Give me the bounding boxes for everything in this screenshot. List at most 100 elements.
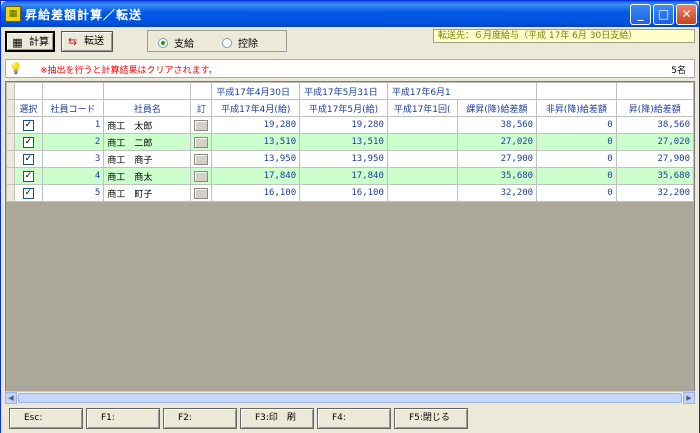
table-row[interactable]: ✓ 1 商工 太郎 19,280 19,280 38,560 0 38,560	[6, 116, 694, 134]
row-selector[interactable]	[6, 150, 15, 168]
scroll-thumb[interactable]	[18, 393, 682, 403]
scroll-right-icon[interactable]: ▶	[683, 392, 695, 404]
taxable-diff: 38,560	[456, 116, 538, 134]
pay-type-group: 支給 控除	[147, 30, 287, 52]
select-cell[interactable]: ✓	[13, 167, 43, 185]
header-spacer	[615, 82, 694, 100]
row-selector[interactable]	[6, 184, 15, 202]
col-header-total[interactable]: 昇(降)給差額	[615, 99, 694, 117]
may-amount: 19,280	[299, 116, 388, 134]
checkbox-checked-icon[interactable]: ✓	[22, 136, 34, 148]
fix-cell[interactable]	[190, 150, 213, 168]
close-button[interactable]: ✕	[676, 4, 697, 25]
employee-code: 4	[41, 167, 105, 185]
employee-code: 3	[41, 150, 105, 168]
select-cell[interactable]: ✓	[13, 150, 43, 168]
checkbox-checked-icon[interactable]: ✓	[22, 170, 34, 182]
select-cell[interactable]: ✓	[13, 133, 43, 151]
col-header-fix[interactable]: 訂	[190, 99, 213, 117]
data-grid[interactable]: 平成17年4月30日 平成17年5月31日 平成17年6月1 選択 社員コード …	[5, 81, 695, 403]
header-spacer	[536, 82, 617, 100]
nontax-diff: 0	[536, 133, 617, 151]
main-window: ▦ 昇給差額計算／転送 _ □ ✕ ▦ 計算 ⇆ 転送 支給 控除 転送先：６月…	[0, 0, 700, 433]
may-amount: 13,950	[299, 150, 388, 168]
jun-amount	[386, 133, 458, 151]
salary-table: 平成17年4月30日 平成17年5月31日 平成17年6月1 選択 社員コード …	[6, 82, 694, 202]
group-header-jun: 平成17年6月1	[386, 82, 538, 100]
scroll-left-icon[interactable]: ◀	[5, 392, 17, 404]
fkey-f5-close[interactable]: F5:閉じる	[394, 408, 468, 429]
header-spacer	[103, 82, 192, 100]
edit-button[interactable]	[194, 136, 209, 148]
col-header-jun[interactable]: 平成17年1回(	[386, 99, 458, 117]
col-header-select[interactable]: 選択	[13, 99, 43, 117]
fkey-f4[interactable]: F4:	[317, 408, 391, 429]
header-spacer	[190, 82, 213, 100]
toolbar: ▦ 計算 ⇆ 転送 支給 控除 転送先：６月度給与（平成 17年 6月 30日支…	[1, 27, 699, 55]
table-row[interactable]: ✓ 4 商工 商太 17,840 17,840 35,680 0 35,680	[6, 167, 694, 185]
fkey-f2[interactable]: F2:	[163, 408, 237, 429]
header-spacer	[13, 82, 43, 100]
total-diff: 38,560	[615, 116, 694, 134]
fkey-esc[interactable]: Esc:	[9, 408, 83, 429]
may-amount: 13,510	[299, 133, 388, 151]
employee-name: 商工 太郎	[103, 116, 192, 134]
fix-cell[interactable]	[190, 167, 213, 185]
col-header-code[interactable]: 社員コード	[41, 99, 105, 117]
fix-cell[interactable]	[190, 133, 213, 151]
fix-cell[interactable]	[190, 184, 213, 202]
row-header-cell	[6, 99, 15, 117]
fkey-f1[interactable]: F1:	[86, 408, 160, 429]
fkey-f3-print[interactable]: F3:印 刷	[240, 408, 314, 429]
maximize-icon: □	[657, 7, 670, 21]
edit-button[interactable]	[194, 187, 209, 199]
col-header-taxable[interactable]: 課昇(降)給差額	[456, 99, 538, 117]
table-row[interactable]: ✓ 5 商工 町子 16,100 16,100 32,200 0 32,200	[6, 184, 694, 202]
edit-button[interactable]	[194, 170, 209, 182]
radio-deduct[interactable]: 控除	[222, 35, 258, 50]
header-spacer	[41, 82, 105, 100]
transfer-button[interactable]: ⇆ 転送	[61, 31, 113, 52]
transfer-destination: 転送先：６月度給与（平成 17年 6月 30日支給）	[433, 29, 695, 43]
notice-bar: 💡 ※抽出を行うと計算結果はクリアされます。 5名	[5, 59, 695, 78]
row-selector[interactable]	[6, 133, 15, 151]
col-header-nontax[interactable]: 非昇(降)給差額	[536, 99, 617, 117]
edit-button[interactable]	[194, 153, 209, 165]
employee-name: 商工 二郎	[103, 133, 192, 151]
nontax-diff: 0	[536, 167, 617, 185]
calculator-icon: ▦	[12, 36, 23, 49]
jun-amount	[386, 184, 458, 202]
transfer-label: 転送	[84, 36, 104, 47]
calculate-label: 計算	[29, 37, 49, 48]
lightbulb-icon: 💡	[9, 62, 23, 75]
total-diff: 35,680	[615, 167, 694, 185]
minimize-button[interactable]: _	[630, 4, 651, 25]
fix-cell[interactable]	[190, 116, 213, 134]
minimize-icon: _	[637, 7, 644, 21]
table-row[interactable]: ✓ 2 商工 二郎 13,510 13,510 27,020 0 27,020	[6, 133, 694, 151]
checkbox-checked-icon[interactable]: ✓	[22, 187, 34, 199]
may-amount: 16,100	[299, 184, 388, 202]
employee-count: 5名	[671, 66, 686, 76]
select-cell[interactable]: ✓	[13, 116, 43, 134]
maximize-button[interactable]: □	[653, 4, 674, 25]
col-header-apr[interactable]: 平成17年4月(給)	[211, 99, 301, 117]
taxable-diff: 35,680	[456, 167, 538, 185]
corner-cell	[6, 82, 15, 100]
col-header-may[interactable]: 平成17年5月(給)	[299, 99, 388, 117]
edit-button[interactable]	[194, 119, 209, 131]
checkbox-checked-icon[interactable]: ✓	[22, 119, 34, 131]
checkbox-checked-icon[interactable]: ✓	[22, 153, 34, 165]
table-row[interactable]: ✓ 3 商工 商子 13,950 13,950 27,900 0 27,900	[6, 150, 694, 168]
window-title: 昇給差額計算／転送	[25, 8, 143, 22]
row-selector[interactable]	[6, 116, 15, 134]
row-selector[interactable]	[6, 167, 15, 185]
horizontal-scrollbar[interactable]: ◀ ▶	[5, 391, 695, 404]
employee-code: 1	[41, 116, 105, 134]
apr-amount: 13,510	[211, 133, 301, 151]
select-cell[interactable]: ✓	[13, 184, 43, 202]
col-header-name[interactable]: 社員名	[103, 99, 192, 117]
title-bar[interactable]: ▦ 昇給差額計算／転送 _ □ ✕	[1, 1, 699, 27]
calculate-button[interactable]: ▦ 計算	[5, 31, 55, 52]
radio-pay[interactable]: 支給	[158, 35, 194, 50]
